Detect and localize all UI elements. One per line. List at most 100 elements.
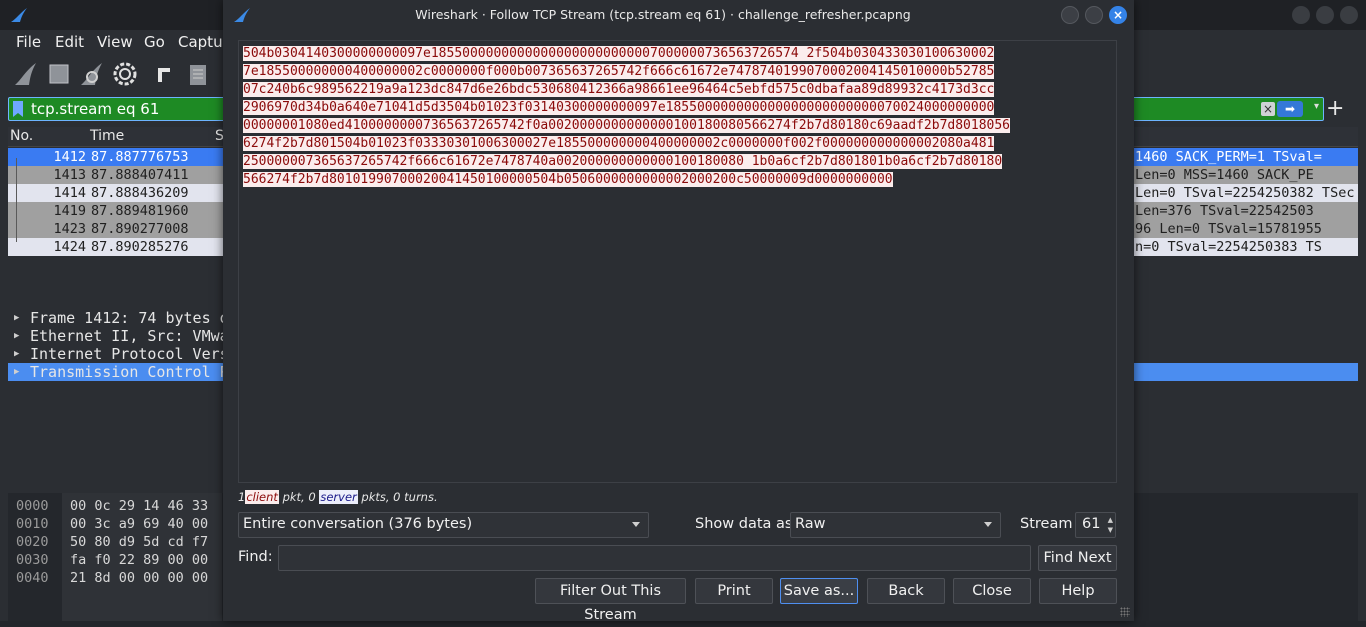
filter-out-stream-button[interactable]: Filter Out This Stream — [535, 578, 686, 623]
dialog-minimize-button[interactable] — [1061, 6, 1079, 24]
stop-capture-icon[interactable] — [45, 60, 73, 88]
stream-line: 566274f2b7d80101990700020041450100000504… — [243, 172, 893, 187]
detail-text: Internet Protocol Vers — [30, 345, 229, 363]
maximize-button[interactable] — [1316, 6, 1334, 24]
packet-number: 1414 — [53, 185, 86, 201]
stream-summary: 1client pkt, 0 server pkts, 0 turns. — [238, 490, 438, 504]
conversation-select-value: Entire conversation (376 bytes) — [243, 516, 473, 532]
minimize-button[interactable] — [1292, 6, 1310, 24]
detail-text: Ethernet II, Src: VMwa — [30, 327, 229, 345]
server-label: server — [319, 490, 358, 504]
save-file-icon[interactable] — [185, 60, 213, 88]
apply-filter-arrow-icon[interactable]: ➡ — [1277, 101, 1303, 117]
add-filter-button-plus-icon[interactable]: + — [1326, 96, 1344, 121]
packet-number: 1412 — [53, 149, 86, 165]
chevron-down-icon — [632, 522, 640, 527]
chevron-down-icon — [984, 522, 992, 527]
stream-label: Stream — [1020, 516, 1073, 532]
packet-number: 1413 — [53, 167, 86, 183]
packet-time: 87.888436209 — [91, 185, 189, 201]
dialog-maximize-button[interactable] — [1085, 6, 1103, 24]
packet-time: 87.890277008 — [91, 221, 189, 237]
column-no[interactable]: No. — [10, 128, 33, 144]
find-next-button[interactable]: Find Next — [1038, 545, 1117, 571]
save-as-button[interactable]: Save as... — [780, 578, 858, 604]
packet-info: Len=0 TSval=2254250382 TSec — [1135, 185, 1355, 201]
menu-file[interactable]: File — [16, 33, 41, 51]
spinbox-arrows-icon[interactable]: ▲ ▼ — [1108, 515, 1113, 535]
menu-view[interactable]: View — [97, 33, 133, 51]
stream-line: 250000007365637265742f666c61672e7478740a… — [243, 154, 1003, 169]
menu-go[interactable]: Go — [144, 33, 165, 51]
packet-number: 1423 — [53, 221, 86, 237]
menu-capture[interactable]: Captur — [178, 33, 229, 51]
packet-time: 87.890285276 — [91, 239, 189, 255]
client-label: client — [245, 490, 279, 504]
byte-offset: 0000 — [16, 498, 49, 514]
detail-text: Frame 1412: 74 bytes o — [30, 309, 229, 327]
display-filter-input[interactable]: tcp.stream eq 61 — [31, 100, 159, 118]
byte-hex[interactable]: 21 8d 00 00 00 00 — [70, 569, 208, 587]
find-input[interactable] — [278, 545, 1031, 571]
column-time[interactable]: Time — [90, 128, 124, 144]
find-label: Find: — [238, 549, 273, 565]
filter-bookmark-icon[interactable] — [13, 101, 23, 117]
stream-line: 07c240b6c989562219a9a123dc847d6e26bdc530… — [243, 82, 995, 97]
back-button[interactable]: Back — [867, 578, 945, 604]
wireshark-fin-icon — [11, 8, 27, 22]
resize-grip-icon[interactable] — [1120, 607, 1130, 617]
byte-hex[interactable]: 00 0c 29 14 46 33 — [70, 497, 208, 515]
packet-info: Len=376 TSval=22542503 — [1135, 203, 1314, 219]
dialog-titlebar: Wireshark · Follow TCP Stream (tcp.strea… — [223, 0, 1134, 30]
byte-hex[interactable]: fa f0 22 89 00 00 — [70, 551, 208, 569]
stream-content-area[interactable]: 504b0304140300000000097e1855000000000000… — [238, 40, 1117, 483]
summary-middle-text: pkt, 0 — [282, 490, 316, 504]
detail-text: Transmission Control P — [30, 363, 229, 381]
show-data-as-value: Raw — [795, 516, 826, 532]
menu-edit[interactable]: Edit — [55, 33, 84, 51]
follow-tcp-stream-dialog: Wireshark · Follow TCP Stream (tcp.strea… — [223, 0, 1134, 623]
dialog-title: Wireshark · Follow TCP Stream (tcp.strea… — [415, 7, 911, 22]
conversation-bracket-line — [16, 158, 17, 242]
clear-filter-icon[interactable]: × — [1261, 102, 1275, 116]
show-data-as-select[interactable]: Raw — [790, 512, 1001, 538]
stream-line: 00000001080ed41000000007365637265742f0a0… — [243, 118, 1011, 133]
packet-time: 87.888407411 — [91, 167, 189, 183]
packet-info: 1460 SACK_PERM=1 TSval= — [1135, 149, 1322, 165]
close-button[interactable]: Close — [953, 578, 1031, 604]
start-capture-icon[interactable] — [12, 60, 40, 88]
packet-info: Len=0 MSS=1460 SACK_PE — [1135, 167, 1314, 183]
capture-options-gear-icon[interactable] — [111, 60, 139, 88]
stream-number-spinbox[interactable]: 61 ▲ ▼ — [1075, 512, 1116, 538]
stream-line: 504b0304140300000000097e1855000000000000… — [243, 46, 995, 61]
expand-arrow-icon[interactable]: ▶ — [14, 309, 19, 327]
packet-number: 1424 — [53, 239, 86, 255]
byte-hex[interactable]: 50 80 d9 5d cd f7 — [70, 533, 208, 551]
restart-capture-icon[interactable] — [78, 60, 106, 88]
byte-offset: 0030 — [16, 552, 49, 568]
expand-arrow-icon[interactable]: ▶ — [14, 345, 19, 363]
stream-line: 7e185500000000400000002c0000000f000b0073… — [243, 64, 995, 79]
open-file-icon[interactable] — [152, 60, 180, 88]
summary-tail-text: pkts, 0 turns. — [361, 490, 438, 504]
print-button[interactable]: Print — [695, 578, 773, 604]
packet-time: 87.887776753 — [91, 149, 189, 165]
stream-number-value: 61 — [1082, 516, 1101, 532]
filter-history-chevron-down-icon[interactable]: ▾ — [1314, 101, 1319, 112]
stream-text[interactable]: 504b0304140300000000097e1855000000000000… — [243, 45, 1109, 189]
packet-info: n=0 TSval=2254250383 TS — [1135, 239, 1322, 255]
window-close-button[interactable] — [1340, 6, 1358, 24]
stream-line: 2906970d34b0a640e71041d5d3504b01023f0314… — [243, 100, 995, 115]
byte-offset: 0040 — [16, 570, 49, 586]
expand-arrow-icon[interactable]: ▶ — [14, 327, 19, 345]
stream-line: 6274f2b7d801504b01023f03330301006300027e… — [243, 136, 995, 151]
byte-hex[interactable]: 00 3c a9 69 40 00 — [70, 515, 208, 533]
show-data-as-label: Show data as — [695, 516, 793, 532]
byte-offset: 0010 — [16, 516, 49, 532]
packet-time: 87.889481960 — [91, 203, 189, 219]
help-button[interactable]: Help — [1039, 578, 1117, 604]
conversation-select[interactable]: Entire conversation (376 bytes) — [238, 512, 649, 538]
dialog-close-icon[interactable]: × — [1109, 6, 1127, 24]
packet-info: 96 Len=0 TSval=15781955 — [1135, 221, 1322, 237]
expand-arrow-icon[interactable]: ▶ — [14, 363, 19, 381]
